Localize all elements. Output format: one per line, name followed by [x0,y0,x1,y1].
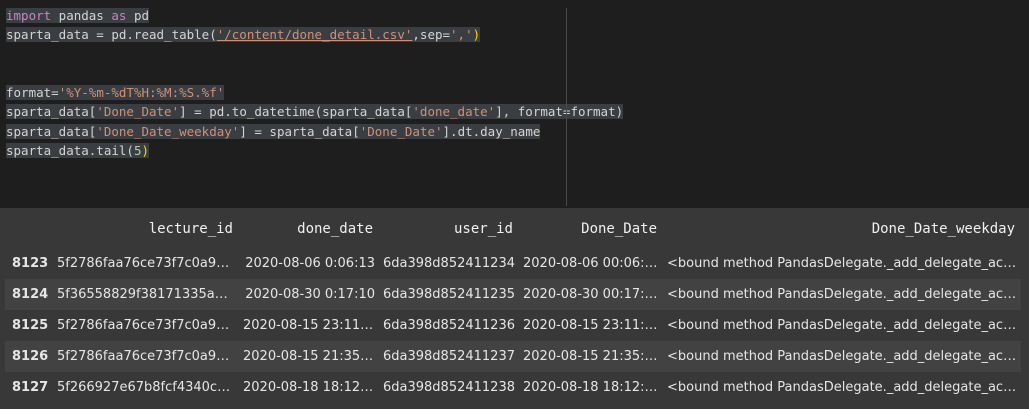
code-token: as [111,8,127,23]
table-cell: 2020-08-15 21:35:33 [519,341,663,372]
code-token: sparta_data[ [6,123,97,139]
code-token: 'Done_Date_weekday' [96,123,240,139]
table-cell: 5f2786faa76ce73f7c0a9498 [53,310,239,341]
code-token: import [6,8,52,23]
table-cell: 2020-08-30 0:17:10 [239,279,379,310]
table-cell: 6da398d852411238 [379,372,519,403]
table-cell: 2020-08-18 18:12:39 [239,372,379,403]
table-cell: <bound method PandasDelegate._add_delega… [663,372,1021,403]
table-cell: 6da398d852411237 [379,341,519,372]
code-token: pandas [51,8,112,23]
column-header: done_date [239,212,379,246]
row-index: 8123 [5,248,53,279]
code-token: '%Y-%m-%dT%H:%M:%S.%f' [58,85,225,101]
table-cell: 2020-08-15 21:35:33 [239,341,379,372]
code-line-1: import pandas as pd [6,6,623,25]
table-cell: 5f2786faa76ce73f7c0a949b [53,248,239,279]
code-token: ',' [450,27,473,43]
table-row: 8124 5f36558829f38171335a88fc 2020-08-30… [5,279,1021,310]
table-cell: <bound method PandasDelegate._add_delega… [663,310,1021,341]
table-cell: <bound method PandasDelegate._add_delega… [663,341,1021,372]
table-cell: <bound method PandasDelegate._add_delega… [663,279,1021,310]
code-line-5: format='%Y-%m-%dT%H:%M:%S.%f' [6,83,623,102]
code-token: ) [141,143,149,159]
column-header [5,212,53,246]
code-cell[interactable]: import pandas as pd sparta_data = pd.rea… [0,0,1029,208]
code-line-6: sparta_data['Done_Date'] = pd.to_datetim… [6,102,624,121]
code-token: ], format=format) [495,104,624,120]
code-line-7: sparta_data['Done_Date_weekday'] = spart… [6,122,623,141]
file-path-link[interactable]: '/content/done_detail.csv' [217,27,413,42]
code-token: ) [472,27,481,43]
column-header: lecture_id [53,212,239,246]
code-token: format= [6,85,59,101]
column-header: Done_Date_weekday [663,212,1021,246]
code-line-2: sparta_data = pd.read_table('/content/do… [6,25,623,44]
table-cell: 2020-08-30 00:17:10 [519,279,663,310]
code-token: pd [126,8,150,23]
table-header-row: lecture_id done_date user_id Done_Date D… [5,212,1021,246]
row-index: 8126 [5,341,53,372]
row-index: 8124 [5,279,53,310]
table-cell: 2020-08-06 0:06:13 [239,248,379,279]
table-cell: 2020-08-15 23:11:47 [519,310,663,341]
table-cell: 5f36558829f38171335a88fc [53,279,239,310]
table-row: 8126 5f2786faa76ce73f7c0a9495 2020-08-15… [5,341,1021,372]
code-token: ] = sparta_data[ [239,123,360,139]
code-token: 'done_date' [412,104,496,120]
table-cell: <bound method PandasDelegate._add_delega… [663,248,1021,279]
code-token: ] = pd.to_datetime(sparta_data[ [179,104,413,120]
code-token: sparta_data.tail( [6,143,134,159]
table-cell: 6da398d852411236 [379,310,519,341]
table-row: 8123 5f2786faa76ce73f7c0a949b 2020-08-06… [5,248,1021,279]
table-row: 8125 5f2786faa76ce73f7c0a9498 2020-08-15… [5,310,1021,341]
code-token: ,sep= [412,27,451,43]
row-index: 8125 [5,310,53,341]
code-editor[interactable]: import pandas as pd sparta_data = pd.rea… [6,6,624,160]
code-token: sparta_data = pd.read_table( [6,27,217,43]
table-cell: 5f2786faa76ce73f7c0a9495 [53,341,239,372]
code-token: ].dt.day_name [442,123,541,139]
code-line-8: sparta_data.tail(5) [6,141,623,160]
table-cell: 2020-08-15 23:11:47 [239,310,379,341]
table-row: 8127 5f266927e67b8fcf4340c08b 2020-08-18… [5,372,1021,403]
column-header: Done_Date [519,212,663,246]
table-cell: 2020-08-18 18:12:39 [519,372,663,403]
table-cell: 6da398d852411234 [379,248,519,279]
table-cell: 5f266927e67b8fcf4340c08b [53,372,239,403]
code-token: 'Done_Date' [96,104,180,120]
ruler-line [566,8,567,206]
dataframe-table: lecture_id done_date user_id Done_Date D… [5,212,1021,403]
code-token: sparta_data[ [6,104,97,120]
output-area: lecture_id done_date user_id Done_Date D… [0,208,1029,409]
table-cell: 6da398d852411235 [379,279,519,310]
column-header: user_id [379,212,519,246]
row-index: 8127 [5,372,53,403]
table-cell: 2020-08-06 00:06:13 [519,248,663,279]
code-token: 'Done_Date' [359,123,443,139]
